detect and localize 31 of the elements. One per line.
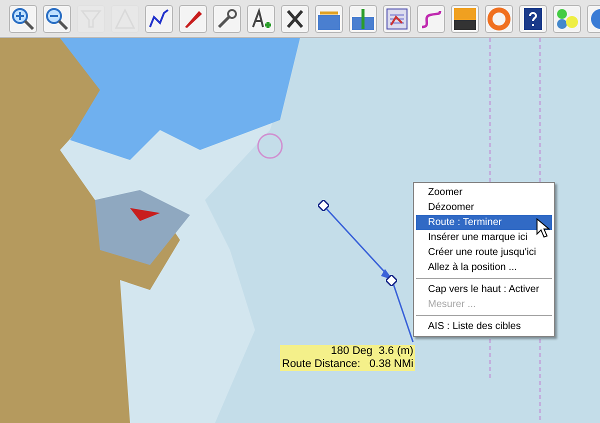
- menu-item[interactable]: Route : Terminer: [416, 215, 552, 230]
- toolbar-button[interactable]: [213, 4, 241, 32]
- toolbar-button[interactable]: [451, 4, 479, 32]
- sunset-icon: [453, 6, 477, 30]
- caution-circle-icon: [257, 133, 283, 159]
- waypoint-icon[interactable]: [318, 200, 329, 211]
- toolbar-button[interactable]: [9, 4, 37, 32]
- toolbar-button[interactable]: [43, 4, 71, 32]
- mouse-cursor-icon: [536, 218, 550, 238]
- zoom-out-icon: [45, 6, 69, 30]
- zoom-in-icon: [11, 6, 35, 30]
- help-icon: [521, 6, 545, 30]
- letter-plus-icon: [249, 6, 273, 30]
- menu-item[interactable]: Dézoomer: [416, 200, 552, 215]
- toolbar-button[interactable]: [179, 4, 207, 32]
- waypoint-icon[interactable]: [386, 275, 397, 286]
- toolbar-button[interactable]: [247, 4, 275, 32]
- lifebuoy-icon: [487, 6, 511, 30]
- route-icon: [147, 6, 171, 30]
- menu-item[interactable]: Insérer une marque ici: [416, 230, 552, 245]
- toolbar-button[interactable]: [281, 4, 309, 32]
- menu-item[interactable]: AIS : Liste des cibles: [416, 319, 552, 334]
- route-distance-text: Route Distance: 0.38 NMi: [282, 358, 414, 371]
- menu-item[interactable]: Cap vers le haut : Activer: [416, 282, 552, 297]
- toolbar-button[interactable]: [519, 4, 547, 32]
- menu-item[interactable]: Allez à la position ...: [416, 260, 552, 275]
- menu-item[interactable]: Zoomer: [416, 185, 552, 200]
- toolbar-button[interactable]: [383, 4, 411, 32]
- menu-item[interactable]: Créer une route jusqu'ici: [416, 245, 552, 260]
- bearing-text: 180 Deg 3.6 (m): [330, 345, 414, 358]
- toolbar-button[interactable]: [145, 4, 173, 32]
